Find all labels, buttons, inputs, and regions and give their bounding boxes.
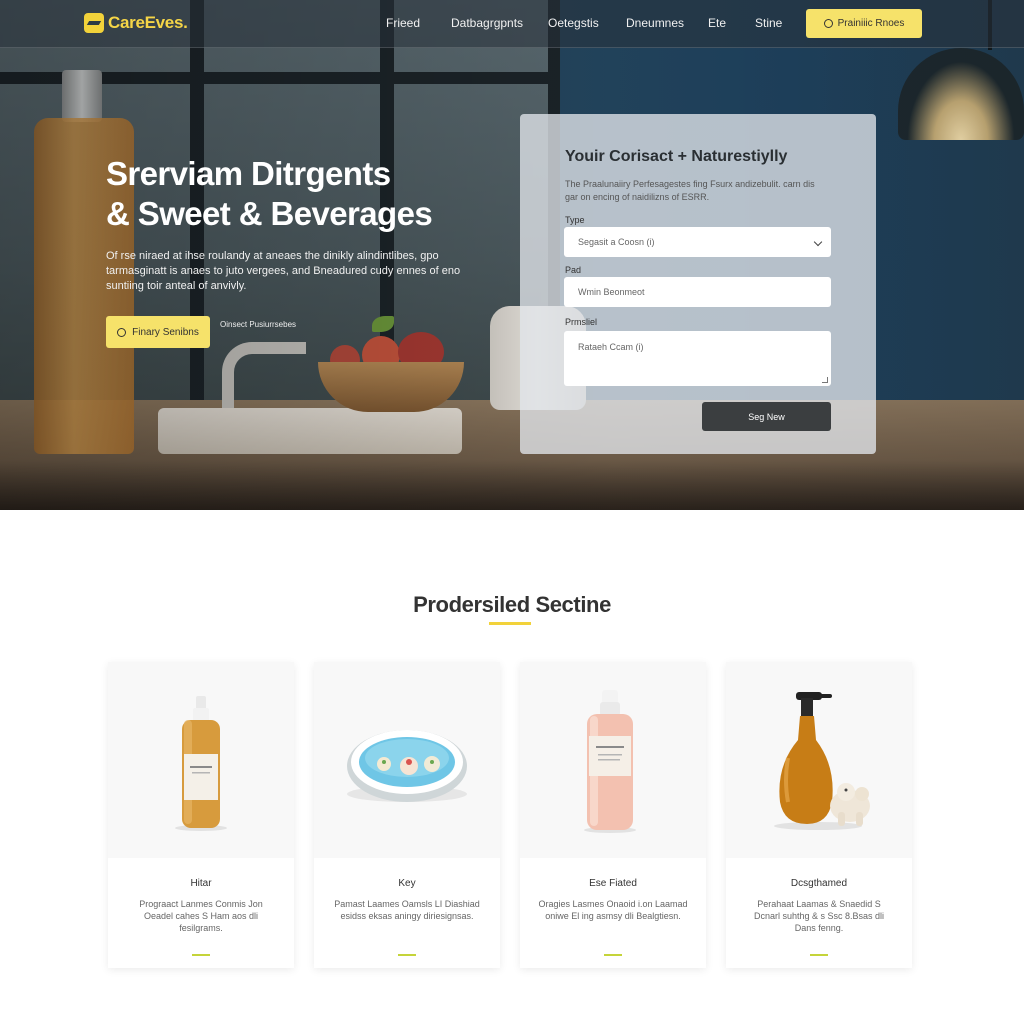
pad-input-placeholder: Wmin Beonmeot [578,287,645,297]
chevron-down-icon [813,237,823,247]
type-select-value: Segasit a Coosn (i) [578,237,655,247]
message-placeholder: Rataeh Ccam (i) [578,342,644,352]
hero-description: Of rse niraed at ihse roulandy at aneaes… [106,250,461,292]
form-intro: The Praalunaiiry Perfesagestes fing Fsur… [565,179,815,202]
type-label: Type [565,215,585,225]
card-accent-bar [398,954,416,956]
product-image [108,662,294,858]
card-accent-bar [604,954,622,956]
nav-link-1[interactable]: Frieed [386,16,420,30]
honey-bottle-image [774,692,870,830]
form-title: Youir Corisact + Naturestiylly [565,148,788,165]
nav-link-5[interactable]: Ete [708,16,726,30]
hero-title-line-2: & Sweet & Beverages [106,195,433,232]
submit-button[interactable]: Seg New [702,402,831,431]
product-description: Oragies Lasmes Onaoid i.on Laamad oniwe … [538,899,688,921]
type-select[interactable]: Segasit a Coosn (i) [564,227,831,257]
products-section-title: Prodersiled Sectine [413,592,611,617]
nav-link-2[interactable]: Datbagrgpnts [451,16,523,30]
nav-cta-button[interactable]: Prainiiic Rnoes [806,9,922,38]
product-description: Perahaat Laamas & Snaedid S Dcnarl suhth… [753,899,885,933]
pink-bottle-image [584,690,636,833]
product-card[interactable]: Hitar Prograact Lanmes Conmis Jon Oeadel… [108,662,294,968]
hero-cta-label: Finary Senibns [132,326,199,338]
product-name: Key [398,878,416,889]
product-name: Dcsgthamed [790,878,848,889]
card-accent-bar [192,954,210,956]
product-description: Prograact Lanmes Conmis Jon Oeadel cahes… [139,899,263,933]
product-name: Ese Fiated [589,878,637,889]
nav-cta-label: Prainiiic Rnoes [837,18,905,29]
dish-image [347,730,467,802]
hero-cta-button[interactable]: Finary Senibns [106,316,210,348]
hero-sub-note: Oinsect Pusiurrsebes [220,320,297,329]
pad-input[interactable]: Wmin Beonmeot [564,277,831,307]
nav-link-6[interactable]: Stine [755,16,782,30]
serum-bottle-image [175,696,227,831]
product-card[interactable]: Ese Fiated Oragies Lasmes Onaoid i.on La… [520,662,706,968]
resize-grip-icon[interactable] [822,377,828,383]
section-underline [489,622,531,625]
contact-form: Youir Corisact + Naturestiylly The Praal… [520,114,876,454]
product-description: Pamast Laames Oamsls LI Diashiad esidss … [334,899,480,921]
circle-icon [117,327,127,337]
nav-link-3[interactable]: Oetegstis [548,16,599,30]
circle-icon [823,19,833,28]
product-image [726,662,912,858]
product-image [520,662,706,858]
message-textarea[interactable]: Rataeh Ccam (i) [564,331,831,386]
product-name: Hitar [190,878,212,889]
product-card[interactable]: Key Pamast Laames Oamsls LI Diashiad esi… [314,662,500,968]
product-image [314,662,500,858]
hero-title: Srerviam Ditrgents & Sweet & Beverages [106,154,526,234]
hero-title-line-1: Srerviam Ditrgents [106,155,391,192]
pad-label: Pad [565,265,582,275]
nav-link-4[interactable]: Dneumnes [626,16,684,30]
message-label: Prmsliel [565,317,598,327]
card-accent-bar [810,954,828,956]
product-card[interactable]: Dcsgthamed Perahaat Laamas & Snaedid S D… [726,662,912,968]
top-navbar: CareEves. Frieed Datbagrgpnts Oetegstis … [0,0,1024,48]
